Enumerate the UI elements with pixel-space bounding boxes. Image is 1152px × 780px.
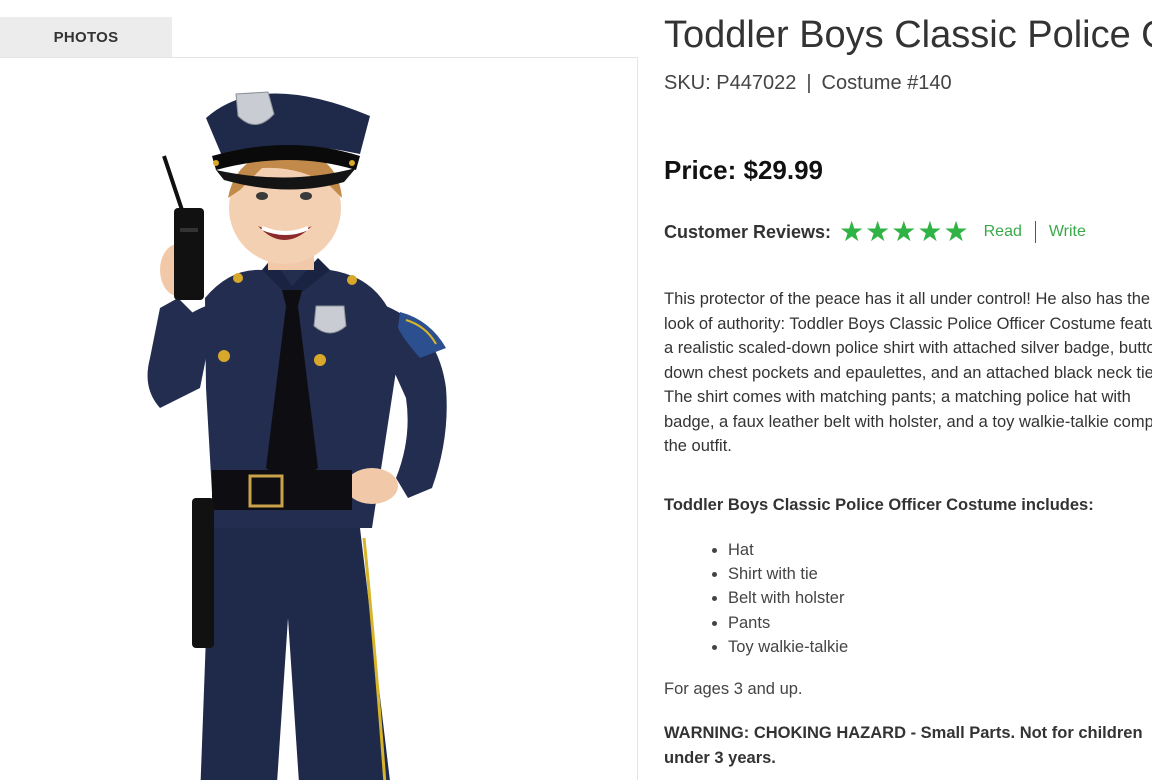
choking-warning: WARNING: CHOKING HAZARD - Small Parts. N… (664, 724, 1143, 767)
read-reviews-link[interactable]: Read (984, 223, 1022, 241)
write-review-link[interactable]: Write (1049, 223, 1086, 241)
includes-list: Hat Shirt with tie Belt with holster Pan… (706, 538, 848, 659)
product-description: This protector of the peace has it all u… (664, 290, 1152, 455)
reviews-label: Customer Reviews: (664, 221, 832, 242)
sku-label: SKU: P447022 (664, 72, 797, 94)
product-page: PHOTOS Toddler Boys Classic Police SKU: … (0, 0, 1152, 780)
customer-reviews: Customer Reviews: ★ ★ ★ ★ ★ Read Write (664, 218, 1086, 246)
list-item: Pants (728, 611, 848, 635)
list-item: Toy walkie-talkie (728, 635, 848, 659)
includes-heading: Toddler Boys Classic Police Officer Cost… (664, 496, 1094, 514)
star-icon: ★ (891, 216, 917, 247)
star-icon: ★ (917, 216, 943, 247)
list-item: Shirt with tie (728, 562, 848, 586)
star-icon: ★ (943, 216, 969, 247)
list-item: Hat (728, 538, 848, 562)
star-rating: ★ ★ ★ ★ ★ (839, 218, 970, 246)
product-title: Toddler Boys Classic Police Officer Cost… (664, 14, 1152, 56)
product-photo-frame (0, 57, 638, 780)
product-price: Price: $29.99 (664, 155, 824, 185)
age-recommendation: For ages 3 and up. (664, 680, 803, 698)
star-icon: ★ (865, 216, 891, 247)
costume-number: Costume #140 (821, 72, 952, 94)
photos-tab[interactable]: PHOTOS (0, 17, 172, 57)
star-icon: ★ (839, 216, 865, 247)
list-item: Belt with holster (728, 586, 848, 610)
product-info: Toddler Boys Classic Police Officer Cost… (664, 0, 1152, 780)
sku-separator: | (806, 72, 812, 94)
product-photo[interactable] (0, 58, 638, 780)
review-links-divider (1034, 221, 1036, 243)
sku-line: SKU: P447022 | Costume #140 (664, 72, 952, 95)
